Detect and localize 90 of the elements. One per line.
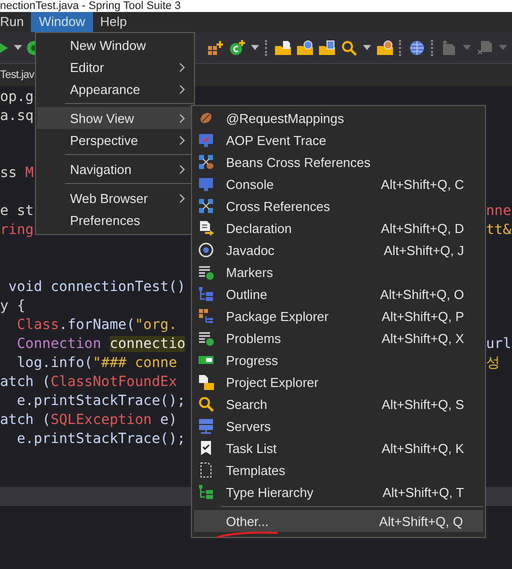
folder-icon[interactable] [297,40,313,56]
shortcut-text: Alt+Shift+Q, D [380,220,464,236]
code-line: op.g [0,88,34,107]
code-line: ss M [0,164,34,183]
window-title: nectionTest.java - Spring Tool Suite 3 [0,0,181,12]
menu-item[interactable]: Declaration Alt+Shift+Q, D [193,217,484,239]
menu-item[interactable]: Templates [193,459,484,481]
network-icon [198,198,214,214]
code-line: log.info("### conne [16,354,178,373]
shortcut-text: Alt+Shift+Q, P [382,308,464,324]
menu-item[interactable]: Markers [193,261,484,283]
monitor-icon [198,176,214,192]
code-line: Class.forName("org. [16,316,178,335]
menu-item[interactable]: Window [30,12,94,32]
shortcut-text: Alt+Shift+Q, K [382,440,464,456]
globe-icon[interactable] [409,40,425,56]
menu-item[interactable]: Search Alt+Shift+Q, S [193,393,484,415]
document-arrow-icon [198,220,214,236]
code-fragment: url [486,335,512,354]
caret-icon[interactable] [251,44,259,50]
menu-item[interactable]: Servers [193,415,484,437]
menu-item[interactable]: Package Explorer Alt+Shift+Q, P [193,305,484,327]
code-line: y { [0,297,26,316]
menu-item[interactable]: Cross References [193,195,484,217]
menu-item[interactable]: @RequestMappings [193,107,484,129]
menu-item[interactable]: Console Alt+Shift+Q, C [193,173,484,195]
menu-item[interactable]: AOP Event Trace [193,129,484,151]
shortcut-text: Alt+Shift+Q, J [384,242,464,258]
shortcut-text: Alt+Shift+Q, O [380,286,464,302]
server-icon [198,418,214,434]
code-line: Connection connectio [16,335,186,354]
menu-item[interactable]: Help [93,12,134,32]
code-line: e.printStackTrace(); [16,392,186,411]
menu-item[interactable]: Run [0,12,31,32]
menu-item[interactable]: Appearance [37,78,193,100]
menu-item[interactable]: Beans Cross References [193,151,484,173]
shortcut-text: Alt+Shift+Q, X [382,330,464,346]
menu-item[interactable]: Editor [37,56,193,78]
code-fragment: 성 [486,354,500,373]
network-icon [198,154,214,170]
code-line: atch (SQLException e) [0,411,178,430]
bookmark-check-icon [198,440,214,456]
caret-icon[interactable] [14,44,22,50]
folder-icon[interactable] [275,40,291,56]
monitor-icon [198,132,214,148]
bean-icon [198,110,214,126]
menu-item[interactable]: Task List Alt+Shift+Q, K [193,437,484,459]
folder-icon[interactable] [377,40,393,56]
code-fragment: nne [486,202,512,221]
document-icon[interactable] [441,40,457,56]
code-line: a.sq [0,107,34,126]
menu-item[interactable]: New Window [37,34,193,56]
code-line: e.printStackTrace(); [16,430,186,449]
shortcut-text: Alt+Shift+Q, S [382,396,464,412]
shortcut-text: Alt+Shift+Q, T [382,484,464,500]
menu-item[interactable]: Show View [37,107,193,129]
menu-item[interactable]: Type Hierarchy Alt+Shift+Q, T [193,481,484,503]
checklist-icon [198,330,214,346]
editor-tab[interactable]: Test.jav [0,69,34,81]
menu-item[interactable]: Web Browser [37,187,193,209]
code-line: e st [0,202,34,221]
package-tree-icon [198,308,214,324]
underline-mark [217,530,279,539]
tree-icon [198,286,214,302]
caret-icon[interactable] [363,44,371,50]
code-line: ring [0,221,34,240]
menu-item[interactable]: Project Explorer [193,371,484,393]
menu-item[interactable]: Javadoc Alt+Shift+Q, J [193,239,484,261]
shortcut-text: Alt+Shift+Q, Q [379,514,463,528]
grid-plus-icon[interactable] [207,40,223,56]
tree-icon [198,484,214,500]
menu-item[interactable]: Other... Alt+Shift+Q, Q [194,510,483,532]
menu-item[interactable]: Outline Alt+Shift+Q, O [193,283,484,305]
checklist-icon [198,264,214,280]
document-folder-icon [198,374,214,390]
search-icon[interactable] [341,40,357,56]
menu-item[interactable]: Perspective [37,129,193,151]
menu-item[interactable]: Progress [193,349,484,371]
folder-icon[interactable] [319,40,335,56]
code-line: atch (ClassNotFoundEx [0,373,178,392]
menu-item[interactable]: Problems Alt+Shift+Q, X [193,327,484,349]
code-fragment: tt& [486,221,512,240]
shortcut-text: Alt+Shift+Q, C [380,176,464,192]
dashed-document-icon [198,462,214,478]
search-icon [198,396,214,412]
document-icon[interactable] [477,40,493,56]
code-line: void connectionTest() [7,278,186,297]
menu-item[interactable]: Navigation [37,158,193,180]
menu-item[interactable]: Preferences [37,209,193,231]
circle-plus-icon[interactable] [229,40,245,56]
